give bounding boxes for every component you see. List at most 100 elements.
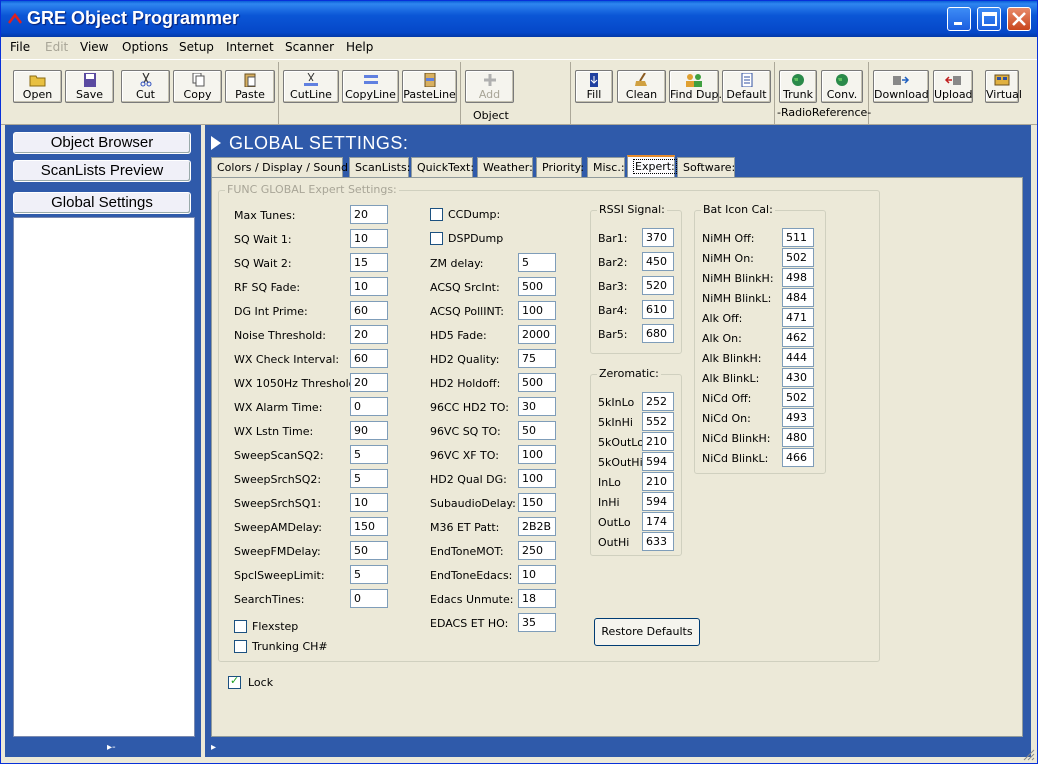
maximize-button[interactable] — [977, 7, 1001, 31]
menu-scanner[interactable]: Scanner — [285, 40, 334, 54]
bat-icon-cal-input[interactable]: 484 — [782, 288, 814, 307]
copy-button[interactable]: Copy — [173, 70, 222, 103]
menu-file[interactable]: File — [10, 40, 30, 54]
menu-internet[interactable]: Internet — [226, 40, 274, 54]
menu-view[interactable]: View — [80, 40, 108, 54]
expert-setting-input[interactable]: 5 — [518, 253, 556, 272]
expert-setting-input[interactable]: 2000 — [518, 325, 556, 344]
expert-setting-input[interactable]: 20 — [350, 373, 388, 392]
zeromatic-input[interactable]: 633 — [642, 532, 674, 551]
tab-software[interactable]: Software: — [677, 157, 735, 177]
bat-icon-cal-input[interactable]: 430 — [782, 368, 814, 387]
expert-setting-input[interactable]: 30 — [518, 397, 556, 416]
menu-setup[interactable]: Setup — [179, 40, 214, 54]
expert-setting-input[interactable]: 100 — [518, 469, 556, 488]
expert-option-checkbox[interactable] — [234, 620, 247, 633]
expert-setting-input[interactable]: 50 — [518, 421, 556, 440]
zeromatic-input[interactable]: 594 — [642, 492, 674, 511]
zeromatic-input[interactable]: 210 — [642, 472, 674, 491]
paste-button[interactable]: Paste — [225, 70, 275, 103]
expert-setting-input[interactable]: 500 — [518, 277, 556, 296]
bat-icon-cal-input[interactable]: 466 — [782, 448, 814, 467]
bat-icon-cal-input[interactable]: 502 — [782, 388, 814, 407]
lock-checkbox[interactable] — [228, 674, 241, 689]
tab-misc[interactable]: Misc.: — [587, 157, 625, 177]
cut-button[interactable]: Cut — [121, 70, 170, 103]
zeromatic-input[interactable]: 210 — [642, 432, 674, 451]
trunk-button[interactable]: Trunk — [779, 70, 817, 103]
menu-edit[interactable]: Edit — [45, 40, 68, 54]
bat-icon-cal-input[interactable]: 480 — [782, 428, 814, 447]
upload-button[interactable]: Upload — [933, 70, 973, 103]
tab-priority[interactable]: Priority: — [536, 157, 584, 177]
expert-setting-input[interactable]: 20 — [350, 325, 388, 344]
object-browser-button[interactable]: Object Browser — [13, 132, 191, 154]
rssi-bar-input[interactable]: 450 — [642, 252, 674, 271]
tab-quicktext[interactable]: QuickText: — [411, 157, 474, 177]
expert-setting-input[interactable]: 35 — [518, 613, 556, 632]
global-settings-button[interactable]: Global Settings — [13, 192, 191, 214]
object-tree-list[interactable] — [13, 217, 195, 737]
download-button[interactable]: Download — [873, 70, 929, 103]
expert-setting-input[interactable]: 150 — [350, 517, 388, 536]
expert-setting-input[interactable]: 10 — [350, 277, 388, 296]
virtual-button[interactable]: Virtual — [985, 70, 1022, 103]
expert-setting-input[interactable]: 5 — [350, 565, 388, 584]
fill-button[interactable]: Fill — [575, 70, 613, 103]
expert-setting-input[interactable]: 75 — [518, 349, 556, 368]
expert-setting-input[interactable]: 2B2B — [518, 517, 556, 536]
expand-arrow-icon[interactable]: ▸ — [211, 742, 216, 753]
menu-options[interactable]: Options — [122, 40, 168, 54]
zeromatic-input[interactable]: 552 — [642, 412, 674, 431]
bat-icon-cal-input[interactable]: 511 — [782, 228, 814, 247]
expert-setting-input[interactable]: 15 — [350, 253, 388, 272]
expert-setting-input[interactable]: 20 — [350, 205, 388, 224]
expand-arrow-icon[interactable]: ▸- — [107, 742, 116, 753]
close-button[interactable] — [1007, 7, 1031, 31]
bat-icon-cal-input[interactable]: 498 — [782, 268, 814, 287]
copyline-button[interactable]: CopyLine — [342, 70, 399, 103]
expert-setting-input[interactable]: 250 — [518, 541, 556, 560]
expert-setting-input[interactable]: 10 — [350, 493, 388, 512]
clean-button[interactable]: Clean — [617, 70, 666, 103]
find-duplicates-button[interactable]: Find Dup. — [669, 70, 722, 103]
expert-setting-input[interactable]: 18 — [518, 589, 556, 608]
rssi-bar-input[interactable]: 680 — [642, 324, 674, 343]
default-button[interactable]: Default — [722, 70, 771, 103]
tab-colors-display-sound[interactable]: Colors / Display / Sound : — [211, 157, 355, 177]
tab-scanlists[interactable]: ScanLists: — [349, 157, 410, 177]
expert-setting-input[interactable]: 500 — [518, 373, 556, 392]
expert-setting-input[interactable]: 60 — [350, 349, 388, 368]
rssi-bar-input[interactable]: 610 — [642, 300, 674, 319]
zeromatic-input[interactable]: 594 — [642, 452, 674, 471]
bat-icon-cal-input[interactable]: 493 — [782, 408, 814, 427]
add-button[interactable]: Add — [465, 70, 514, 103]
expert-setting-input[interactable]: 50 — [350, 541, 388, 560]
expert-setting-input[interactable]: 150 — [518, 493, 556, 512]
scanlists-preview-button[interactable]: ScanLists Preview — [13, 160, 191, 182]
zeromatic-input[interactable]: 252 — [642, 392, 674, 411]
expert-setting-input[interactable]: 5 — [350, 445, 388, 464]
expert-option-checkbox[interactable] — [430, 208, 443, 221]
save-button[interactable]: Save — [65, 70, 114, 103]
minimize-button[interactable] — [947, 7, 971, 31]
expert-setting-input[interactable]: 10 — [518, 565, 556, 584]
open-button[interactable]: Open — [13, 70, 62, 103]
expert-option-checkbox[interactable] — [234, 640, 247, 653]
bat-icon-cal-input[interactable]: 502 — [782, 248, 814, 267]
zeromatic-input[interactable]: 174 — [642, 512, 674, 531]
rssi-bar-input[interactable]: 370 — [642, 228, 674, 247]
cutline-button[interactable]: CutLine — [283, 70, 339, 103]
expert-option-checkbox[interactable] — [430, 232, 443, 245]
expert-setting-input[interactable]: 5 — [350, 469, 388, 488]
conv-button[interactable]: Conv. — [821, 70, 863, 103]
expert-setting-input[interactable]: 100 — [518, 301, 556, 320]
title-bar[interactable]: GRE Object Programmer — [1, 1, 1037, 37]
expert-setting-input[interactable]: 10 — [350, 229, 388, 248]
pasteline-button[interactable]: PasteLine — [402, 70, 457, 103]
expert-setting-input[interactable]: 0 — [350, 589, 388, 608]
expert-setting-input[interactable]: 100 — [518, 445, 556, 464]
bat-icon-cal-input[interactable]: 462 — [782, 328, 814, 347]
rssi-bar-input[interactable]: 520 — [642, 276, 674, 295]
expert-setting-input[interactable]: 60 — [350, 301, 388, 320]
